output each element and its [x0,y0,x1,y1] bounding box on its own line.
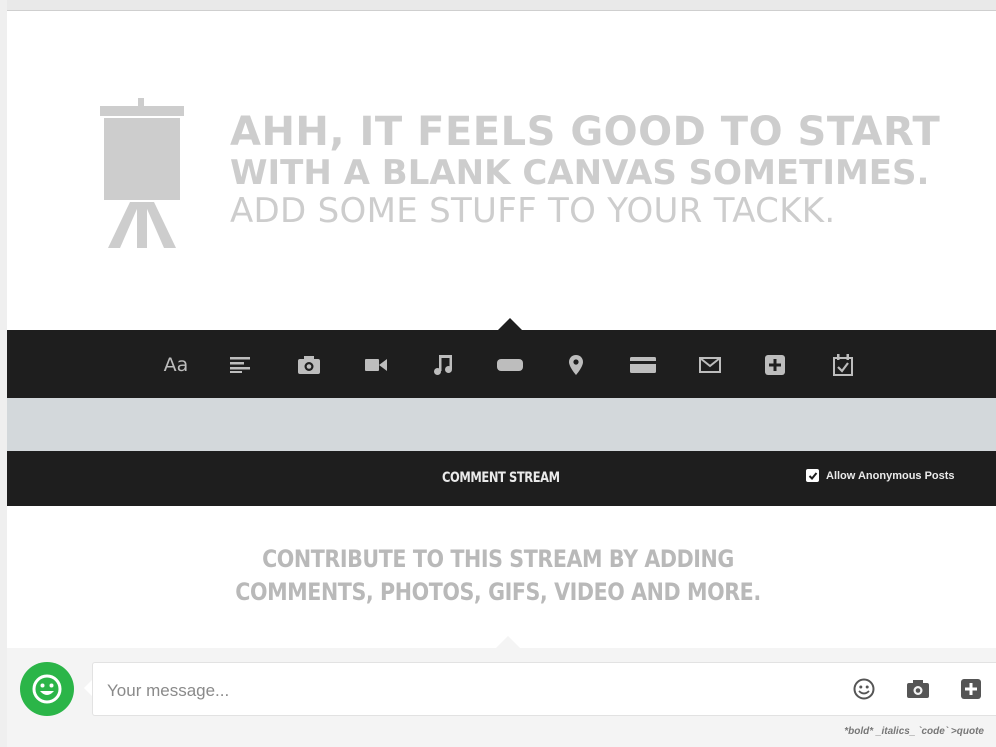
anonymous-checkbox[interactable] [806,469,819,482]
comment-stream-title: COMMENT STREAM [442,470,560,486]
camera-icon [907,680,929,698]
message-input[interactable] [105,677,809,705]
emoji-button[interactable] [851,676,877,702]
payment-card-icon [630,357,656,373]
easel-icon [100,98,184,248]
blank-canvas-message: AHH, IT FEELS GOOD TO START WITH A BLANK… [230,112,940,228]
input-pointer [84,680,92,696]
text-icon: Aa [163,354,189,376]
hero-line-1: AHH, IT FEELS GOOD TO START [230,109,941,155]
video-icon [365,359,387,371]
add-photo-button[interactable] [294,350,324,380]
button-icon [497,359,523,371]
contribute-line-2: COMMENTS, PHOTOS, GIFS, VIDEO AND MORE. [235,578,761,606]
toolbar-pointer [498,318,522,330]
music-icon [434,355,452,375]
attach-more-button[interactable] [958,676,984,702]
smiley-avatar-icon [32,674,62,704]
map-pin-icon [569,355,583,375]
emoji-icon [853,678,875,700]
add-button-block-button[interactable] [495,350,525,380]
add-music-button[interactable] [428,350,458,380]
window-top-border [0,10,996,11]
add-payment-button[interactable] [628,350,658,380]
avatar[interactable] [20,662,74,716]
add-video-button[interactable] [361,350,391,380]
paragraph-icon [230,357,250,373]
add-paragraph-button[interactable] [226,350,256,380]
composer-pointer [496,636,520,648]
window-top-edge [0,0,996,10]
calendar-check-icon [833,354,853,376]
empty-stream-message: CONTRIBUTE TO THIS STREAM BY ADDING COMM… [0,543,996,609]
contribute-line-1: CONTRIBUTE TO THIS STREAM BY ADDING [262,545,734,573]
add-email-button[interactable] [695,350,725,380]
add-event-button[interactable] [828,350,858,380]
allow-anonymous-toggle[interactable]: Allow Anonymous Posts [806,469,955,482]
content-divider-band [7,398,996,451]
camera-icon [298,356,320,374]
hero-line-2: WITH A BLANK CANVAS SOMETIMES. [230,153,930,193]
checkmark-icon [808,471,817,480]
hero-line-3: ADD SOME STUFF TO YOUR TACKK. [230,191,836,231]
anonymous-label: Allow Anonymous Posts [826,469,955,482]
plus-icon [961,679,981,699]
attach-photo-button[interactable] [905,676,931,702]
add-text-button[interactable]: Aa [161,350,191,380]
add-map-button[interactable] [561,350,591,380]
add-more-button[interactable] [760,350,790,380]
plus-icon [765,355,785,375]
formatting-hint: *bold* _italics_ `code` >quote [844,726,984,737]
email-icon [699,357,721,373]
window-left-edge [0,0,7,747]
